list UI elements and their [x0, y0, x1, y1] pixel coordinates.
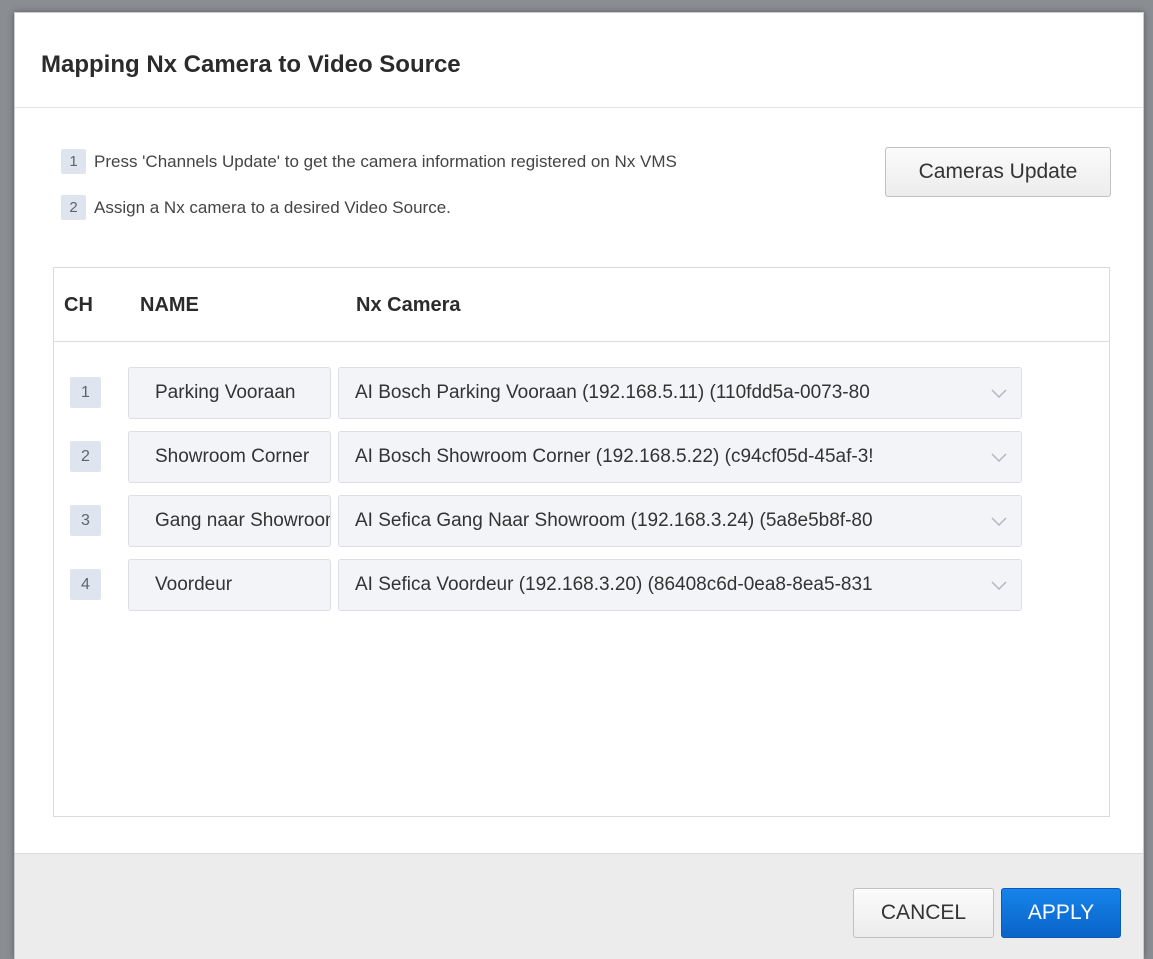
- step-number: 1: [61, 149, 86, 174]
- nx-camera-select-value: AI Bosch Parking Vooraan (192.168.5.11) …: [355, 382, 870, 403]
- cancel-button[interactable]: CANCEL: [853, 888, 994, 938]
- table-row: 1 Parking Vooraan AI Bosch Parking Voora…: [54, 367, 1109, 421]
- step-text: Press 'Channels Update' to get the camer…: [94, 151, 677, 171]
- chevron-down-icon: [991, 389, 1007, 399]
- nx-camera-select[interactable]: AI Sefica Voordeur (192.168.3.20) (86408…: [338, 559, 1022, 611]
- column-header-nx-camera: Nx Camera: [356, 294, 461, 316]
- nx-camera-select[interactable]: AI Bosch Showroom Corner (192.168.5.22) …: [338, 431, 1022, 483]
- nx-camera-select-value: AI Sefica Gang Naar Showroom (192.168.3.…: [355, 510, 873, 531]
- dialog-title: Mapping Nx Camera to Video Source: [41, 51, 461, 78]
- dialog-header: Mapping Nx Camera to Video Source: [15, 13, 1143, 108]
- cameras-update-button[interactable]: Cameras Update: [885, 147, 1111, 197]
- column-header-name: NAME: [140, 294, 199, 316]
- channel-badge: 4: [70, 569, 101, 600]
- instruction-step-1: 1 Press 'Channels Update' to get the cam…: [61, 149, 677, 174]
- mapping-table: CH NAME Nx Camera 1 Parking Vooraan AI B…: [53, 267, 1110, 817]
- channel-name-field[interactable]: Gang naar Showroom: [128, 495, 331, 547]
- table-row: 4 Voordeur AI Sefica Voordeur (192.168.3…: [54, 559, 1109, 613]
- column-header-ch: CH: [64, 294, 93, 316]
- channel-badge: 3: [70, 505, 101, 536]
- mapping-dialog: Mapping Nx Camera to Video Source 1 Pres…: [14, 12, 1144, 959]
- channel-name-field[interactable]: Showroom Corner: [128, 431, 331, 483]
- nx-camera-select-value: AI Sefica Voordeur (192.168.3.20) (86408…: [355, 574, 873, 595]
- table-row: 2 Showroom Corner AI Bosch Showroom Corn…: [54, 431, 1109, 485]
- nx-camera-select[interactable]: AI Sefica Gang Naar Showroom (192.168.3.…: [338, 495, 1022, 547]
- chevron-down-icon: [991, 453, 1007, 463]
- chevron-down-icon: [991, 517, 1007, 527]
- step-text: Assign a Nx camera to a desired Video So…: [94, 197, 451, 217]
- table-row: 3 Gang naar Showroom AI Sefica Gang Naar…: [54, 495, 1109, 549]
- channel-badge: 2: [70, 441, 101, 472]
- nx-camera-select-value: AI Bosch Showroom Corner (192.168.5.22) …: [355, 446, 874, 467]
- table-header: CH NAME Nx Camera: [54, 268, 1109, 342]
- channel-name-field[interactable]: Voordeur: [128, 559, 331, 611]
- channel-name-field[interactable]: Parking Vooraan: [128, 367, 331, 419]
- instruction-step-2: 2 Assign a Nx camera to a desired Video …: [61, 195, 451, 220]
- nx-camera-select[interactable]: AI Bosch Parking Vooraan (192.168.5.11) …: [338, 367, 1022, 419]
- chevron-down-icon: [991, 581, 1007, 591]
- apply-button[interactable]: APPLY: [1001, 888, 1121, 938]
- channel-badge: 1: [70, 377, 101, 408]
- dialog-footer: CANCEL APPLY: [15, 853, 1143, 959]
- step-number: 2: [61, 195, 86, 220]
